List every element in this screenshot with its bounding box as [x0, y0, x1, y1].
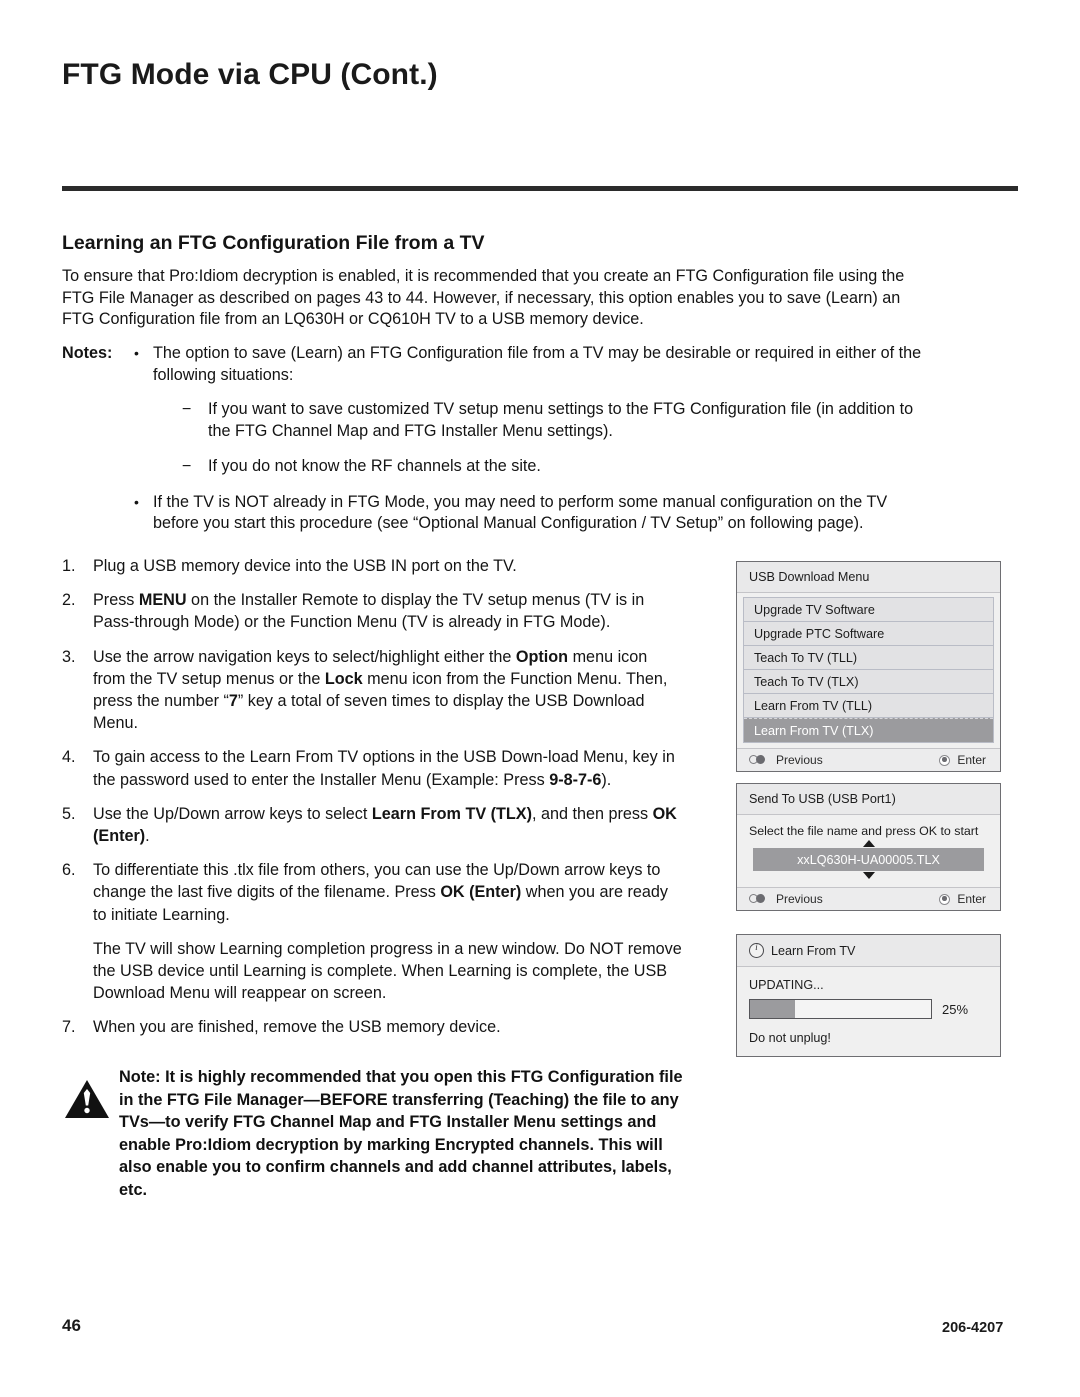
procedure-step: 1. Plug a USB memory device into the USB …: [62, 555, 682, 577]
enter-control[interactable]: Enter: [939, 892, 986, 906]
document-page: FTG Mode via CPU (Cont.) Learning an FTG…: [0, 0, 1080, 1397]
panel-send-to-usb: Send To USB (USB Port1) Select the file …: [736, 783, 1001, 911]
panel-header-learn-from-tv: Learn From TV: [737, 935, 1000, 967]
step-text: To gain access to the Learn From TV opti…: [93, 748, 675, 789]
enter-label: Enter: [957, 753, 986, 767]
progress-bar-fill: [750, 1000, 796, 1018]
step-number: 2.: [62, 591, 76, 610]
bullet-icon: •: [134, 493, 139, 510]
notes-block: Notes: • The option to save (Learn) an F…: [62, 343, 937, 535]
procedure-steps: 1. Plug a USB memory device into the USB …: [62, 555, 682, 1051]
progress-percent-label: 25%: [942, 1001, 969, 1017]
panel-title: Learn From TV: [771, 943, 856, 958]
procedure-step: 6. To differentiate this .tlx file from o…: [62, 859, 682, 926]
usb-download-menu-item[interactable]: Learn From TV (TLX): [744, 718, 993, 742]
step-number: 5.: [62, 804, 76, 823]
usb-download-menu-item[interactable]: Learn From TV (TLL): [744, 694, 993, 718]
warning-note-text: Note: It is highly recommended that you …: [119, 1068, 683, 1199]
previous-icon: [749, 893, 769, 905]
panel-learn-from-tv: Learn From TV UPDATING... 25% Do not unp…: [736, 934, 1001, 1057]
notes-body: • The option to save (Learn) an FTG Conf…: [131, 343, 937, 535]
note-bullet-2: • If the TV is NOT already in FTG Mode, …: [131, 492, 937, 535]
note-bullet-2-text: If the TV is NOT already in FTG Mode, yo…: [153, 492, 888, 533]
note-sub-2: − If you do not know the RF channels at …: [182, 456, 937, 478]
usb-download-menu-item[interactable]: Teach To TV (TLL): [744, 646, 993, 670]
note-sub-2-text: If you do not know the RF channels at th…: [208, 456, 541, 475]
previous-label: Previous: [776, 753, 823, 767]
step-number: 7.: [62, 1018, 76, 1037]
progress-bar: [749, 999, 932, 1019]
intro-paragraph: To ensure that Pro:Idiom decryption is e…: [62, 267, 905, 329]
panel-title: Send To USB (USB Port1): [749, 792, 896, 806]
procedure-step: 2. Press MENU on the Installer Remote to …: [62, 589, 682, 633]
send-to-usb-instruction: Select the file name and press OK to sta…: [749, 824, 979, 838]
step-number: 3.: [62, 647, 76, 666]
previous-control[interactable]: Previous: [749, 753, 823, 767]
enter-label: Enter: [957, 892, 986, 906]
step-number: 6.: [62, 861, 76, 880]
step-number: 4.: [62, 748, 76, 767]
page-title: FTG Mode via CPU (Cont.): [62, 58, 438, 91]
panel-footer-send-to-usb: Previous Enter: [737, 887, 1000, 910]
note-bullet-1-text: The option to save (Learn) an FTG Config…: [153, 344, 922, 384]
panel-header-send-to-usb: Send To USB (USB Port1): [737, 784, 1000, 815]
procedure-step: 7. When you are finished, remove the USB …: [62, 1016, 682, 1038]
procedure-step: 5. Use the Up/Down arrow keys to select L…: [62, 803, 682, 847]
previous-icon: [749, 754, 769, 766]
step-text: Use the Up/Down arrow keys to select Lea…: [93, 804, 677, 846]
step-text: Press MENU on the Installer Remote to di…: [93, 591, 645, 632]
filename-selector[interactable]: xxLQ630H-UA00005.TLX: [753, 848, 984, 871]
usb-download-menu-item[interactable]: Upgrade TV Software: [744, 598, 993, 622]
procedure-step: 3. Use the arrow navigation keys to selec…: [62, 646, 682, 735]
warning-note: Note: It is highly recommended that you …: [62, 1066, 687, 1202]
usb-download-menu-item[interactable]: Upgrade PTC Software: [744, 622, 993, 646]
step-text: When you are finished, remove the USB me…: [93, 1018, 501, 1037]
step-text: Plug a USB memory device into the USB IN…: [93, 557, 517, 575]
usb-download-menu-item[interactable]: Teach To TV (TLX): [744, 670, 993, 694]
info-icon: [749, 943, 764, 958]
warning-triangle-icon: [65, 1080, 109, 1118]
arrow-down-icon[interactable]: [862, 872, 875, 879]
procedure-step: 4. To gain access to the Learn From TV op…: [62, 746, 682, 790]
procedure-note: The TV will show Learning completion pro…: [62, 938, 682, 1005]
dash-icon: −: [182, 456, 192, 475]
dash-icon: −: [182, 400, 192, 419]
update-status-text: UPDATING...: [749, 978, 824, 992]
enter-icon: [939, 893, 951, 905]
panel-usb-download-menu: USB Download Menu Upgrade TV Software Upg…: [736, 561, 1001, 772]
section-heading: Learning an FTG Configuration File from …: [62, 232, 485, 254]
title-divider: [62, 186, 1018, 191]
footer-doc-number: 206-4207: [942, 1320, 1004, 1336]
bullet-icon: •: [134, 345, 139, 361]
step-text: Use the arrow navigation keys to select/…: [93, 647, 668, 733]
step-number: 1.: [62, 557, 76, 575]
panel-footer-usb-download-menu: Previous Enter: [737, 748, 1000, 771]
footer-page-number: 46: [62, 1316, 81, 1335]
note-sub-1: − If you want to save customized TV setu…: [182, 399, 937, 442]
notes-label: Notes:: [62, 344, 113, 362]
send-to-usb-body: Select the file name and press OK to sta…: [737, 815, 1000, 882]
arrow-up-icon[interactable]: [862, 840, 875, 847]
note-bullet-1: • The option to save (Learn) an FTG Conf…: [131, 343, 937, 478]
previous-control[interactable]: Previous: [749, 892, 823, 906]
enter-control[interactable]: Enter: [939, 753, 986, 767]
do-not-unplug-warning: Do not unplug!: [749, 1031, 831, 1045]
panel-title: USB Download Menu: [749, 570, 870, 584]
previous-label: Previous: [776, 892, 823, 906]
note-sub-1-text: If you want to save customized TV setup …: [208, 400, 914, 441]
step-text: The TV will show Learning completion pro…: [93, 939, 682, 1003]
enter-icon: [939, 754, 951, 766]
step-text: To differentiate this .tlx file from oth…: [93, 861, 668, 924]
panel-header-usb-download-menu: USB Download Menu: [737, 562, 1000, 593]
usb-download-menu-list[interactable]: Upgrade TV Software Upgrade PTC Software T…: [743, 597, 994, 743]
progress-row: 25%: [737, 999, 1000, 1019]
